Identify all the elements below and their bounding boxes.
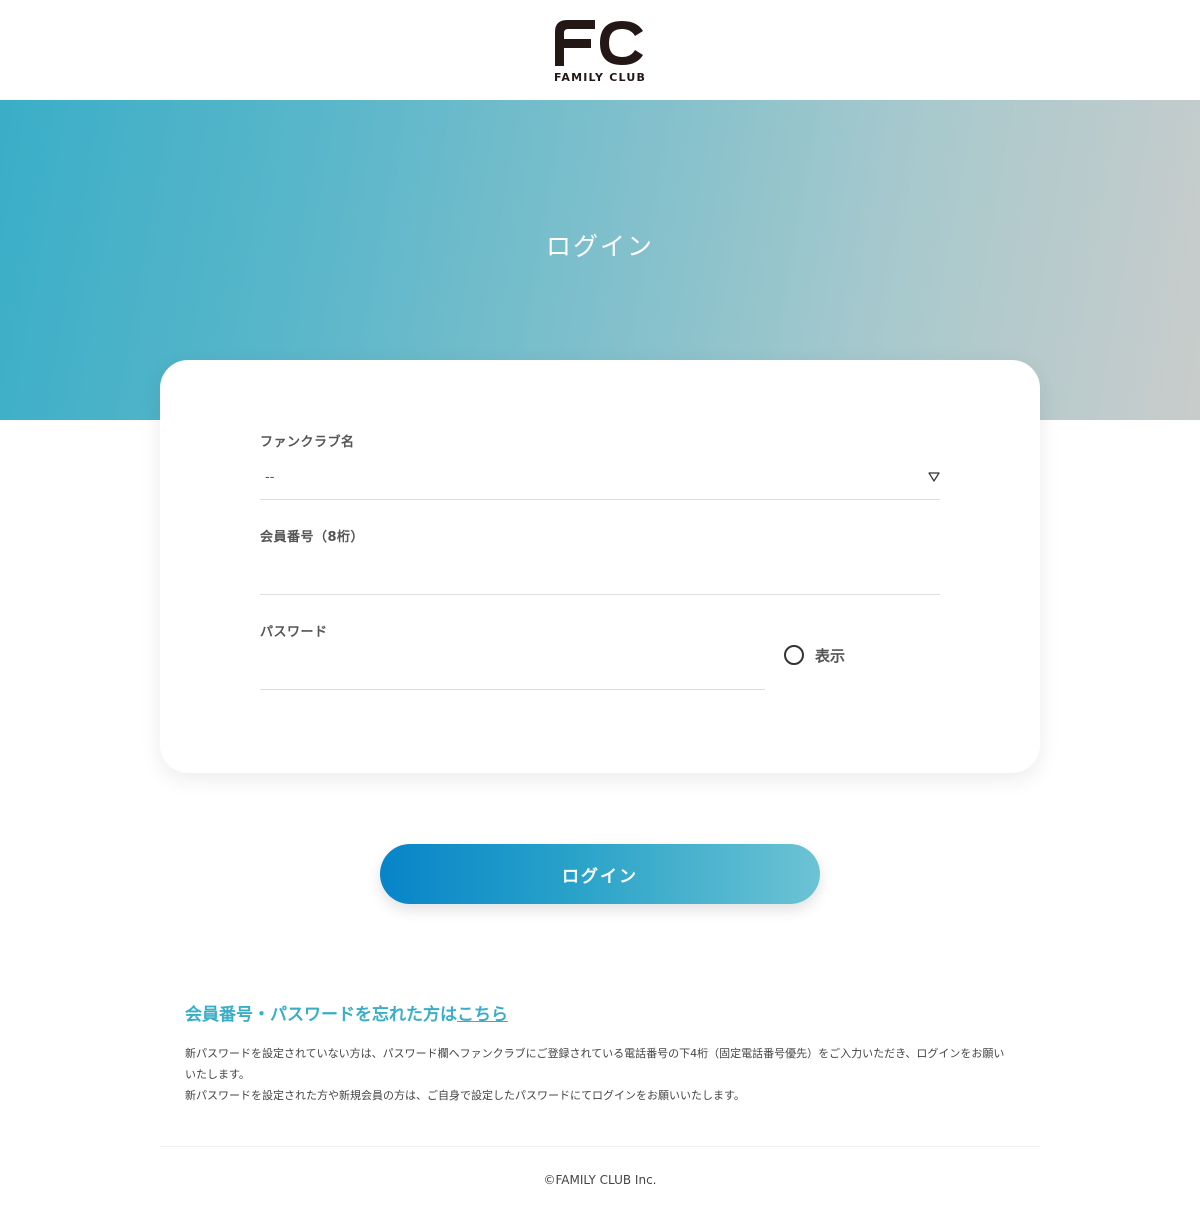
triangle-down-icon: [928, 472, 940, 482]
family-club-logo[interactable]: FAMILY CLUB: [551, 14, 649, 88]
login-form-card: ファンクラブ名 -- 会員番号（8桁） パスワード 表示: [160, 360, 1040, 773]
site-header: FAMILY CLUB: [0, 0, 1200, 100]
notice-line-2: 新パスワードを設定された方や新規会員の方は、ご自身で設定したパスワードにてログイ…: [185, 1089, 745, 1102]
footer-divider: [160, 1146, 1040, 1147]
show-password-toggle[interactable]: 表示: [784, 643, 845, 667]
radio-circle-icon[interactable]: [784, 645, 804, 665]
fanclub-label: ファンクラブ名: [260, 435, 355, 450]
copyright: ©FAMILY CLUB Inc.: [543, 1173, 657, 1187]
fanclub-select[interactable]: --: [260, 460, 940, 498]
member-number-input[interactable]: [260, 558, 940, 592]
fanclub-select-value: --: [265, 470, 275, 485]
page-title: ログイン: [545, 231, 654, 261]
login-notice: 新パスワードを設定されていない方は、パスワード欄へファンクラブにご登録されている…: [185, 1043, 1015, 1106]
password-input[interactable]: [260, 653, 765, 687]
member-number-label: 会員番号（8桁）: [260, 530, 365, 545]
notice-line-1: 新パスワードを設定されていない方は、パスワード欄へファンクラブにご登録されている…: [185, 1047, 1005, 1081]
login-button[interactable]: ログイン: [380, 844, 820, 904]
forgot-text: 会員番号・パスワードを忘れた方は: [185, 1005, 457, 1025]
forgot-credentials: 会員番号・パスワードを忘れた方はこちら: [185, 1000, 508, 1025]
password-underline: [260, 689, 765, 690]
forgot-link[interactable]: こちら: [457, 1005, 508, 1025]
logo-text: FAMILY CLUB: [553, 71, 647, 84]
show-password-label: 表示: [815, 646, 846, 665]
fc-logo-mark: [555, 20, 643, 66]
fanclub-underline: [260, 499, 940, 500]
member-number-underline: [260, 594, 940, 595]
password-label: パスワード: [260, 625, 328, 640]
